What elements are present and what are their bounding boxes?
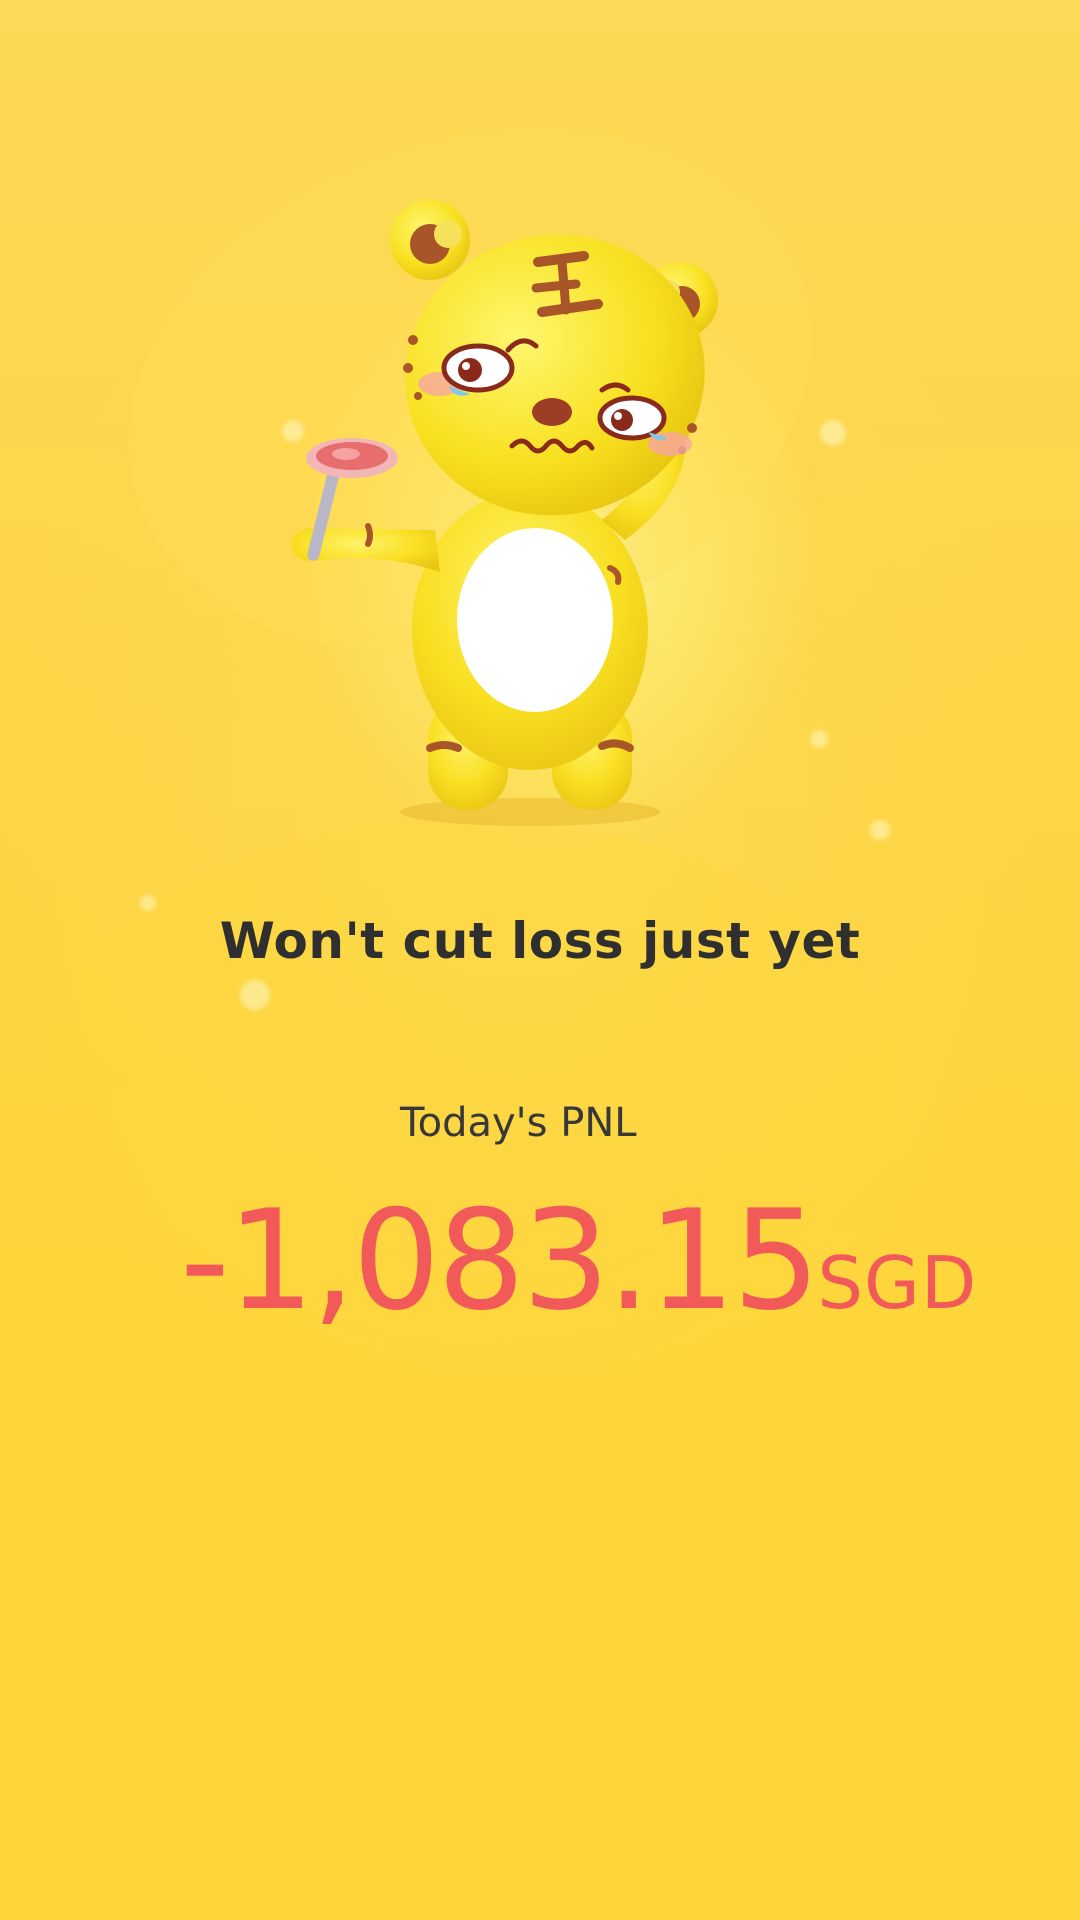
sparkle-decoration	[140, 895, 156, 911]
pnl-currency: SGD	[817, 1241, 978, 1325]
sparkle-decoration	[240, 980, 270, 1010]
tiger-mascot-holding-meat-icon	[280, 200, 800, 840]
pnl-value: -1,083.15SGD	[180, 1180, 1060, 1341]
sparkle-decoration	[810, 730, 828, 748]
pnl-share-screen: Won't cut loss just yet Today's PNL -1,0…	[0, 0, 1080, 1920]
pnl-label: Today's PNL	[400, 1100, 637, 1146]
pnl-amount: -1,083.15	[180, 1180, 820, 1341]
sparkle-decoration	[870, 820, 890, 840]
sparkle-decoration	[820, 420, 846, 446]
headline-message: Won't cut loss just yet	[219, 912, 861, 970]
